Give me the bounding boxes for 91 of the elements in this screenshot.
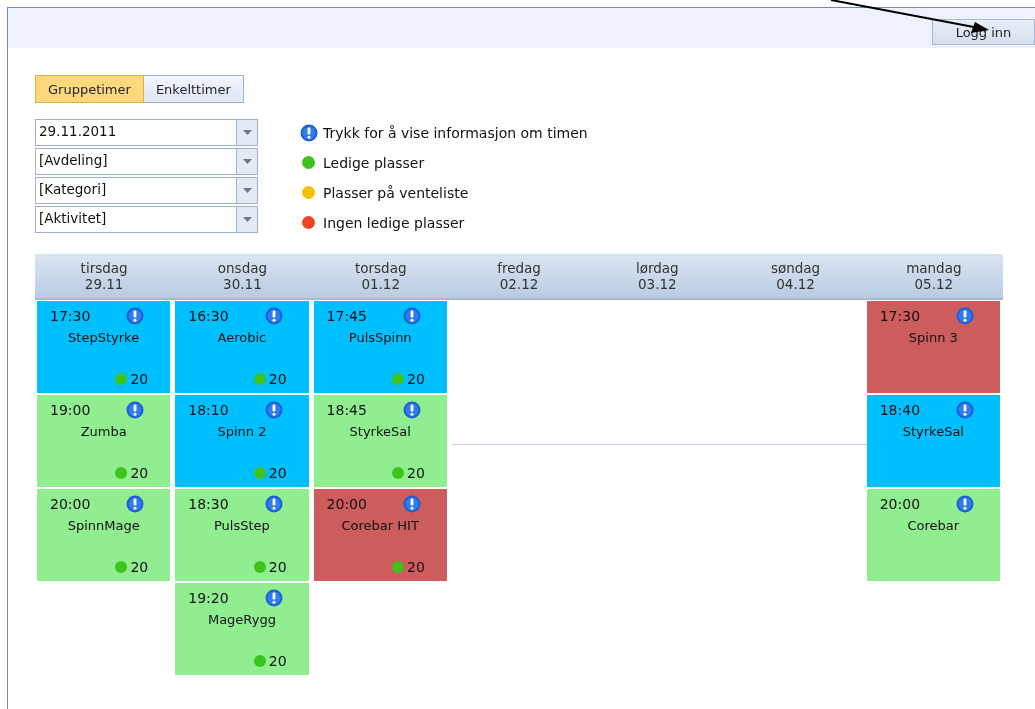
class-time: 17:30 — [50, 308, 91, 324]
class-card[interactable]: 19:20 MageRygg 20 — [175, 583, 309, 675]
day-date: 03.12 — [637, 276, 677, 292]
day-name: mandag — [906, 260, 962, 276]
class-card[interactable]: 16:30 Aerobic 20 — [175, 301, 309, 393]
class-card[interactable]: 17:30 StepStyrke 20 — [37, 301, 171, 393]
day-name: onsdag — [217, 260, 268, 276]
info-icon[interactable] — [264, 589, 283, 607]
class-card[interactable]: 19:00 Zumba 20 — [37, 395, 171, 487]
spots-count: 20 — [130, 559, 149, 575]
info-icon[interactable] — [126, 495, 145, 513]
legend-label: Ledige plasser — [323, 154, 425, 171]
class-time: 17:45 — [326, 308, 367, 324]
class-card[interactable]: 18:10 Spinn 2 20 — [175, 395, 309, 487]
day-name: torsdag — [354, 260, 407, 276]
class-time: 20:00 — [879, 496, 921, 512]
dropdown[interactable]: [Kategori] — [35, 177, 258, 204]
spots-count: 20 — [130, 465, 149, 481]
caret-icon — [242, 188, 252, 193]
info-icon[interactable] — [126, 401, 145, 419]
class-name: Corebar — [907, 518, 960, 533]
caret-icon — [242, 217, 252, 222]
class-time: 17:30 — [879, 308, 921, 324]
legend-label: Ingen ledige plasser — [323, 214, 465, 231]
class-card[interactable]: 18:30 PulsStep 20 — [175, 489, 309, 581]
day-date: 05.12 — [914, 276, 954, 292]
class-name: MageRygg — [207, 612, 276, 627]
info-icon[interactable] — [956, 401, 974, 419]
class-time: 18:45 — [326, 402, 367, 418]
tab[interactable]: Gruppetimer — [35, 75, 144, 103]
day-name: lørdag — [635, 260, 679, 276]
info-icon[interactable] — [402, 495, 421, 513]
info-icon[interactable] — [956, 307, 974, 325]
spots-count: 20 — [407, 371, 425, 387]
info-icon[interactable] — [264, 401, 283, 419]
class-card[interactable]: 20:00 SpinnMage 20 — [37, 489, 171, 581]
spots-count: 20 — [268, 465, 287, 481]
day-date: 02.12 — [499, 276, 539, 292]
class-name: Corebar HIT — [341, 518, 419, 533]
dropdown[interactable]: [Avdeling] — [35, 148, 258, 175]
spots-count: 20 — [407, 559, 425, 575]
caret-icon — [242, 130, 252, 135]
info-icon[interactable] — [956, 495, 974, 513]
info-icon[interactable] — [126, 307, 145, 325]
day-name: søndag — [770, 260, 821, 276]
class-name: Spinn 3 — [908, 330, 958, 345]
class-name: PulsSpinn — [348, 330, 412, 345]
class-card[interactable]: 17:30 Spinn 3 — [866, 301, 1000, 393]
legend-label: Plasser på venteliste — [323, 184, 469, 201]
spots-count: 20 — [407, 465, 425, 481]
spots-count: 20 — [130, 371, 149, 387]
class-name: PulsStep — [214, 518, 270, 533]
class-name: Spinn 2 — [217, 424, 267, 439]
class-card[interactable]: 18:40 StyrkeSal — [866, 395, 1000, 487]
class-name: Zumba — [80, 424, 127, 439]
class-name: StepStyrke — [68, 330, 140, 345]
info-icon[interactable] — [300, 123, 318, 142]
class-name: Aerobic — [217, 330, 267, 345]
day-date: 30.11 — [223, 276, 262, 292]
class-card[interactable]: 20:00 Corebar — [866, 489, 1000, 581]
class-name: SpinnMage — [67, 518, 140, 533]
day-name: tirsdag — [80, 260, 128, 276]
tab[interactable]: Enkelttimer — [143, 75, 244, 103]
class-card[interactable]: 18:45 StyrkeSal 20 — [313, 395, 447, 487]
info-icon[interactable] — [264, 495, 283, 513]
class-time: 16:30 — [188, 308, 229, 324]
class-name: StyrkeSal — [902, 424, 964, 439]
spots-count: 20 — [268, 371, 287, 387]
class-time: 18:40 — [879, 402, 921, 418]
day-name: fredag — [497, 260, 541, 276]
class-time: 20:00 — [50, 496, 91, 512]
spots-count: 20 — [268, 559, 287, 575]
info-icon[interactable] — [402, 307, 421, 325]
class-time: 19:20 — [188, 590, 229, 606]
legend-label: Trykk for å vise informasjon om timen — [323, 124, 588, 141]
class-time: 18:30 — [188, 496, 229, 512]
class-card[interactable]: 20:00 Corebar HIT 20 — [313, 489, 447, 581]
class-name: StyrkeSal — [349, 424, 411, 439]
spots-count: 20 — [268, 653, 287, 669]
caret-icon — [242, 159, 252, 164]
dropdown[interactable]: 29.11.2011 — [35, 119, 258, 146]
day-date: 29.11 — [84, 276, 124, 292]
info-icon[interactable] — [264, 307, 283, 325]
class-time: 18:10 — [188, 402, 229, 418]
day-date: 04.12 — [776, 276, 815, 292]
info-icon[interactable] — [402, 401, 421, 419]
day-date: 01.12 — [361, 276, 401, 292]
class-time: 20:00 — [326, 496, 367, 512]
class-card[interactable]: 17:45 PulsSpinn 20 — [313, 301, 447, 393]
dropdown[interactable]: [Aktivitet] — [35, 206, 258, 233]
class-time: 19:00 — [50, 402, 91, 418]
